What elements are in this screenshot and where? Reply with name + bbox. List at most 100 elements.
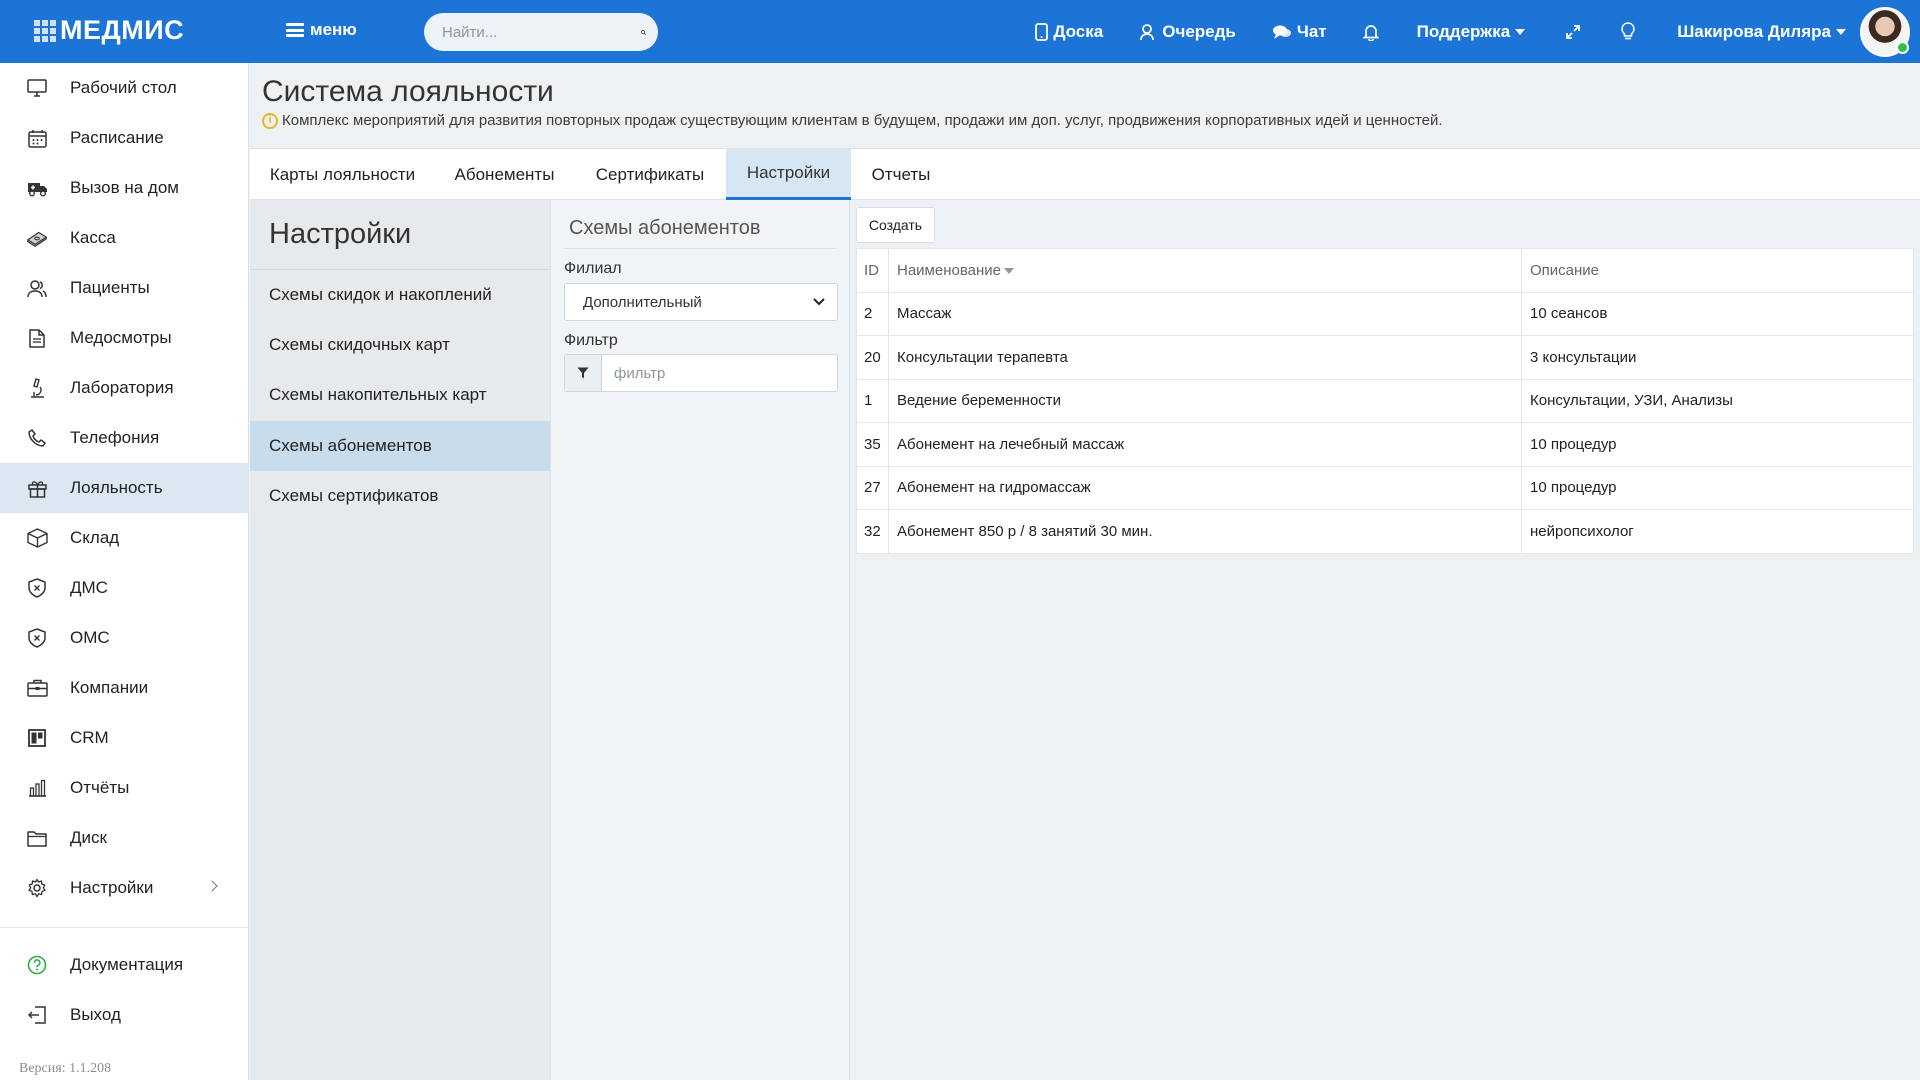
queue-label: Очередь — [1162, 21, 1236, 41]
sidebar-item-label: ДМС — [70, 578, 108, 597]
microscope-icon — [26, 377, 48, 399]
sidebar-item-label: Документация — [70, 955, 184, 974]
settings-item-discount-schemes[interactable]: Схемы скидок и накоплений — [250, 270, 550, 320]
sidebar-item-label: Выход — [70, 1005, 121, 1024]
cell-name[interactable]: Ведение беременности — [888, 378, 1522, 423]
sidebar-item-house-call[interactable]: Вызов на дом — [0, 163, 249, 213]
app-version: Версия: 1.1.208 — [19, 1061, 112, 1076]
table-row[interactable]: 20 Консультации терапевта 3 консультации — [856, 335, 1914, 380]
board-label: Доска — [1053, 21, 1104, 41]
search-icon[interactable] — [641, 25, 646, 40]
sidebar-item-label: Медосмотры — [70, 328, 172, 347]
cell-description: 3 консультации — [1521, 335, 1914, 380]
filter-input[interactable] — [602, 364, 837, 382]
cell-id: 27 — [856, 465, 889, 510]
cash-icon — [26, 227, 48, 249]
table-row[interactable]: 1 Ведение беременности Консультации, УЗИ… — [856, 378, 1914, 423]
sidebar-item-dms[interactable]: ДМС — [0, 563, 249, 613]
menu-button[interactable]: меню — [286, 20, 357, 40]
settings-item-discount-card-schemes[interactable]: Схемы скидочных карт — [250, 320, 550, 370]
create-button[interactable]: Создать — [856, 207, 935, 243]
cell-name[interactable]: Абонемент на лечебный массаж — [888, 422, 1522, 467]
ambulance-icon — [26, 177, 48, 199]
sidebar-item-loyalty[interactable]: Лояльность — [0, 463, 249, 513]
sidebar-item-label: Компании — [70, 678, 149, 697]
sidebar-divider — [0, 927, 249, 928]
avatar[interactable] — [1860, 6, 1910, 57]
sidebar-item-logout[interactable]: Выход — [0, 990, 249, 1040]
page-description-text: Комплекс мероприятий для развития повтор… — [282, 112, 1443, 129]
sidebar-item-dashboard[interactable]: Рабочий стол — [0, 63, 249, 113]
online-status-icon — [1896, 40, 1909, 54]
column-header-description[interactable]: Описание — [1521, 248, 1914, 293]
sidebar-item-label: Рабочий стол — [70, 78, 177, 97]
table-row[interactable]: 35 Абонемент на лечебный массаж 10 проце… — [856, 422, 1914, 467]
sidebar-item-schedule[interactable]: Расписание — [0, 113, 249, 163]
settings-item-subscription-schemes[interactable]: Схемы абонементов — [250, 421, 550, 471]
tab-loyalty-cards[interactable]: Карты лояльности — [250, 149, 435, 200]
box-icon — [26, 527, 48, 549]
global-search — [424, 13, 658, 51]
sidebar-item-label: Настройки — [70, 878, 154, 897]
sidebar-item-checkups[interactable]: Медосмотры — [0, 313, 249, 363]
filter-label: Фильтр — [564, 332, 618, 349]
tab-label: Настройки — [746, 163, 831, 182]
sidebar-item-crm[interactable]: CRM — [0, 713, 249, 763]
sidebar-item-companies[interactable]: Компании — [0, 663, 249, 713]
column-header-name[interactable]: Наименование — [888, 248, 1522, 293]
sidebar-item-documentation[interactable]: Документация — [0, 940, 249, 990]
menu-label: меню — [310, 20, 357, 39]
sidebar-item-laboratory[interactable]: Лаборатория — [0, 363, 249, 413]
table-row[interactable]: 27 Абонемент на гидромассаж 10 процедур — [856, 465, 1914, 510]
sidebar-item-oms[interactable]: ОМС — [0, 613, 249, 663]
tips-button[interactable] — [1621, 22, 1635, 41]
folder-icon — [26, 827, 48, 849]
top-bar: МЕДМИС меню Доска Очередь Чат Поддержка — [0, 0, 1920, 63]
cell-name[interactable]: Консультации терапевта — [888, 335, 1522, 380]
settings-item-label: Схемы скидок и накоплений — [269, 285, 492, 304]
sidebar-item-telephony[interactable]: Телефония — [0, 413, 249, 463]
sidebar-item-cash[interactable]: Касса — [0, 213, 249, 263]
table-header-row: ID Наименование Описание — [856, 248, 1914, 293]
notifications-button[interactable] — [1362, 23, 1379, 41]
tab-label: Абонементы — [454, 164, 555, 184]
table-row[interactable]: 32 Абонемент 850 р / 8 занятий 30 мин. н… — [856, 509, 1914, 554]
tab-reports[interactable]: Отчеты — [851, 149, 951, 200]
sidebar-item-settings[interactable]: Настройки — [0, 863, 249, 913]
branch-select-value: Дополнительный — [583, 293, 702, 311]
briefcase-icon — [26, 677, 48, 699]
chat-link[interactable]: Чат — [1272, 22, 1327, 42]
app-logo[interactable]: МЕДМИС — [34, 15, 184, 46]
settings-title: Настройки — [269, 218, 412, 250]
cell-name[interactable]: Абонемент 850 р / 8 занятий 30 мин. — [888, 509, 1522, 554]
tab-settings[interactable]: Настройки — [726, 149, 851, 200]
table-row[interactable]: 2 Массаж 10 сеансов — [856, 291, 1914, 336]
board-link[interactable]: Доска — [1035, 22, 1103, 42]
cell-id: 1 — [856, 378, 889, 423]
lightbulb-icon — [1621, 22, 1635, 40]
sidebar-item-label: Диск — [70, 828, 107, 847]
sidebar-item-disk[interactable]: Диск — [0, 813, 249, 863]
fullscreen-button[interactable] — [1565, 24, 1581, 40]
queue-link[interactable]: Очередь — [1139, 22, 1236, 42]
cell-name[interactable]: Массаж — [888, 291, 1522, 336]
loyalty-tabs: Карты лояльности Абонементы Сертификаты … — [250, 148, 1920, 200]
branch-select[interactable]: Дополнительный — [564, 283, 838, 321]
cell-id: 20 — [856, 335, 889, 380]
chat-icon — [1272, 25, 1291, 39]
settings-item-certificate-schemes[interactable]: Схемы сертификатов — [250, 471, 550, 521]
tab-subscriptions[interactable]: Абонементы — [435, 149, 574, 200]
cell-name[interactable]: Абонемент на гидромассаж — [888, 465, 1522, 510]
sidebar-item-reports[interactable]: Отчёты — [0, 763, 249, 813]
sidebar-item-label: Телефония — [70, 428, 160, 447]
sidebar-item-patients[interactable]: Пациенты — [0, 263, 249, 313]
sidebar-item-warehouse[interactable]: Склад — [0, 513, 249, 563]
column-header-id[interactable]: ID — [856, 248, 889, 293]
user-menu[interactable]: Шакирова Диляра — [1677, 22, 1846, 42]
sidebar-item-label: ОМС — [70, 628, 110, 647]
menu-icon — [286, 23, 304, 37]
settings-item-accumulative-card-schemes[interactable]: Схемы накопительных карт — [250, 370, 550, 420]
support-dropdown[interactable]: Поддержка — [1417, 22, 1526, 42]
tab-certificates[interactable]: Сертификаты — [574, 149, 726, 200]
search-input[interactable] — [442, 23, 641, 41]
